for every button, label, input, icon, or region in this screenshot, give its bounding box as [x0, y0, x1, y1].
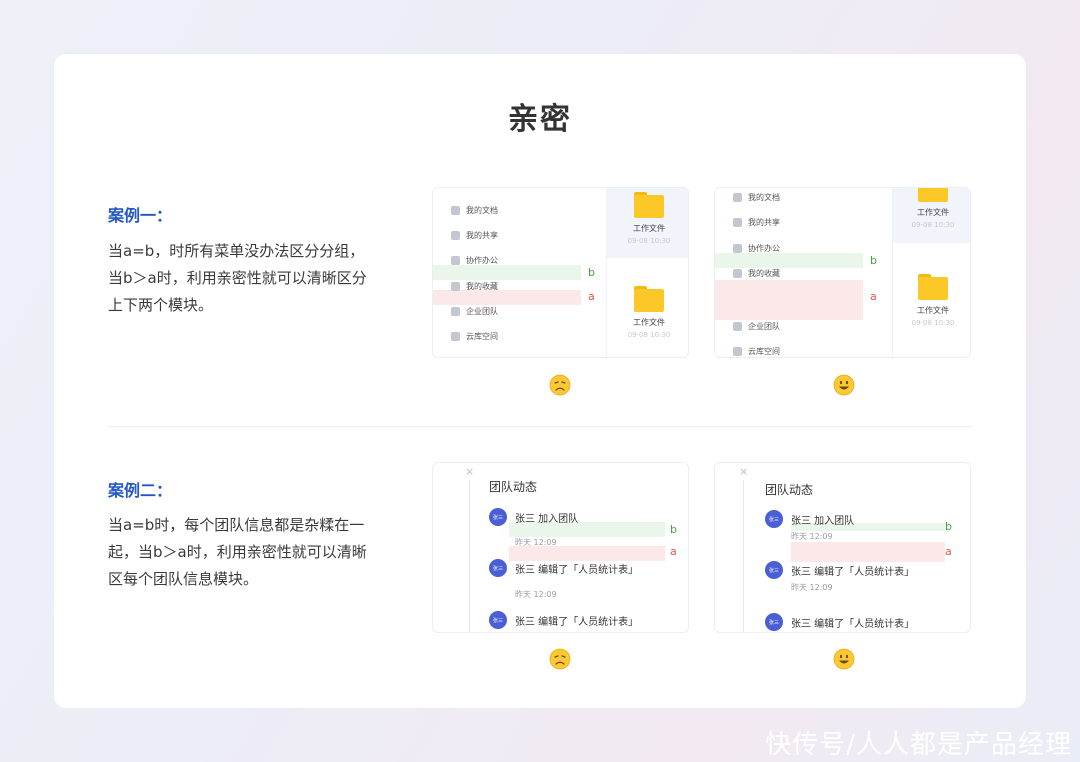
smiling-face-icon — [833, 648, 855, 670]
spacing-b-band — [715, 253, 863, 268]
avatar: 张三 — [765, 613, 783, 631]
disappointed-face-icon — [549, 374, 571, 396]
label-b: b — [870, 254, 877, 267]
feed-item-text: 张三 加入团队 — [791, 516, 855, 527]
avatar: 张三 — [489, 508, 507, 526]
spacing-b-band — [433, 265, 581, 280]
feed-item-text: 张三 加入团队 — [515, 514, 579, 525]
folder-icon — [634, 286, 664, 312]
menu-item: 我的收藏 — [733, 268, 780, 279]
spacing-a-band — [715, 280, 863, 320]
team-icon — [733, 322, 742, 331]
label-a: a — [588, 290, 595, 303]
menu-item: 我的文档 — [733, 192, 780, 203]
file-item: 工作文件 09-08 10:30 — [607, 188, 688, 258]
smiling-face-icon — [833, 374, 855, 396]
feed-item-time: 昨天 12:09 — [515, 538, 557, 547]
folder-icon — [634, 192, 664, 218]
feed-item-text: 张三 编辑了「人员统计表」 — [515, 565, 639, 576]
file-pane: 工作文件 09-08 10:30 工作文件 09-08 10:30 — [892, 188, 970, 357]
watermark: 快传号/人人都是产品经理 — [765, 730, 1072, 760]
case1-description: 当a=b，时所有菜单没办法区分分组，当b＞a时，利用亲密性就可以清晰区分上下两个… — [108, 242, 367, 314]
file-item: 工作文件 09-08 10:30 — [607, 286, 688, 339]
avatar: 张三 — [765, 510, 783, 528]
menu-item: 我的收藏 — [451, 281, 498, 292]
feed-item-text: 张三 编辑了「人员统计表」 — [791, 619, 915, 630]
file-item: 工作文件 09-08 10:30 — [893, 188, 970, 243]
collab-icon — [733, 244, 742, 253]
feed-item-time: 昨天 12:09 — [791, 532, 833, 541]
menu-item: 企业团队 — [733, 321, 780, 332]
feed-item-time: 昨天 12:09 — [791, 583, 833, 592]
team-panel-title: 团队动态 — [489, 480, 538, 494]
timeline-line — [743, 480, 744, 632]
label-b: b — [945, 520, 952, 533]
timeline-line — [469, 480, 470, 632]
label-a: a — [670, 545, 677, 558]
menu-item: 我的共享 — [733, 217, 780, 228]
team-panel-title: 团队动态 — [765, 483, 814, 497]
menu-item: 我的共享 — [451, 230, 498, 241]
feed-item-text: 张三 编辑了「人员统计表」 — [791, 567, 915, 578]
menu-item: 我的文档 — [451, 205, 498, 216]
label-a: a — [870, 290, 877, 303]
cloud-icon — [451, 332, 460, 341]
section-divider — [108, 426, 972, 427]
spacing-a-band — [433, 290, 581, 305]
cloud-icon — [733, 347, 742, 356]
case2-mock-greater: × 团队动态 b a 张三 张三 加入团队 昨天 12:09 张三 张三 编辑了… — [714, 462, 971, 633]
file-item: 工作文件 09-08 10:30 — [893, 274, 970, 327]
feed-item-text: 张三 编辑了「人员统计表」 — [515, 617, 639, 628]
avatar: 张三 — [489, 611, 507, 629]
file-pane: 工作文件 09-08 10:30 工作文件 09-08 10:30 — [606, 188, 688, 357]
label-b: b — [588, 266, 595, 279]
case2-description: 当a=b时，每个团队信息都是杂糅在一起，当b＞a时，利用亲密性就可以清晰区每个团… — [108, 516, 367, 588]
menu-item: 云库空间 — [733, 346, 780, 357]
share-icon — [733, 218, 742, 227]
star-icon — [451, 282, 460, 291]
document-icon — [451, 206, 460, 215]
label-a: a — [945, 545, 952, 558]
star-icon — [733, 269, 742, 278]
menu-item: 企业团队 — [451, 306, 498, 317]
case1-mock-equal: 我的文档 我的共享 协作办公 我的收藏 企业团队 云库空间 b a 工作文件 0… — [432, 187, 689, 358]
content-card: 亲密 案例一： 当a=b，时所有菜单没办法区分分组，当b＞a时，利用亲密性就可以… — [54, 54, 1026, 708]
spacing-a-band — [509, 546, 665, 561]
feed-item-time: 昨天 12:09 — [515, 590, 557, 599]
case2-mock-equal: × 团队动态 b a 张三 张三 加入团队 昨天 12:09 张三 张三 编辑了… — [432, 462, 689, 633]
case1-heading: 案例一： — [108, 206, 173, 225]
avatar: 张三 — [489, 559, 507, 577]
folder-icon — [918, 274, 948, 300]
spacing-a-band — [791, 542, 945, 562]
team-icon — [451, 307, 460, 316]
avatar: 张三 — [765, 561, 783, 579]
folder-icon — [918, 188, 948, 202]
share-icon — [451, 231, 460, 240]
document-icon — [733, 193, 742, 202]
menu-item: 协作办公 — [451, 255, 498, 266]
close-icon[interactable]: × — [739, 465, 748, 478]
disappointed-face-icon — [549, 648, 571, 670]
label-b: b — [670, 523, 677, 536]
page-title: 亲密 — [508, 102, 572, 137]
menu-item: 云库空间 — [451, 331, 498, 342]
close-icon[interactable]: × — [465, 465, 474, 478]
collab-icon — [451, 256, 460, 265]
case2-heading: 案例二： — [108, 481, 173, 500]
menu-item: 协作办公 — [733, 243, 780, 254]
case1-mock-greater: 我的文档 我的共享 协作办公 我的收藏 企业团队 云库空间 b a 工作文件 0… — [714, 187, 971, 358]
